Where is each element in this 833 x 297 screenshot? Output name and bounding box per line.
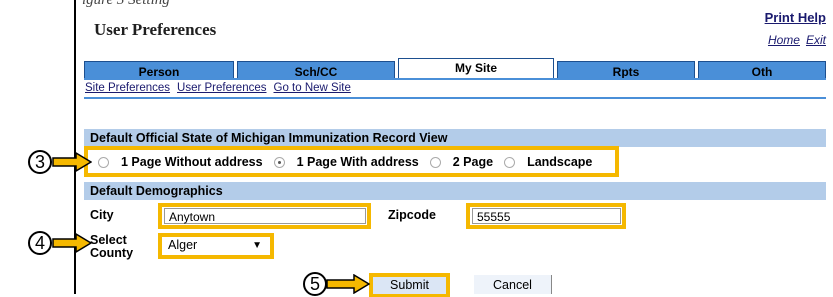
submit-button[interactable]: Submit [373,277,446,294]
home-exit-links: Home Exit [762,33,826,47]
page-title: User Preferences [94,20,217,39]
print-help-link-wrap: Print Help [765,10,826,25]
tab-oth[interactable]: Oth [698,61,826,79]
tab-rpts[interactable]: Rpts [557,61,695,79]
zipcode-label: Zipcode [388,208,436,222]
county-label-line-2: County [90,246,134,260]
radio-icon[interactable] [504,156,516,168]
user-preferences-link[interactable]: User Preferences [177,82,266,94]
radio-option-landscape[interactable]: Landscape [504,155,592,169]
arrow-right-icon [52,233,92,253]
record-view-radio-group: 1 Page Without address 1 Page With addre… [98,155,603,169]
county-label: Select County [90,234,133,260]
exit-link[interactable]: Exit [806,33,826,47]
tab-underline [84,78,826,80]
cancel-button[interactable]: Cancel [474,275,552,294]
radio-icon[interactable] [98,156,109,168]
home-link[interactable]: Home [768,33,800,47]
record-view-header: Default Official State of Michigan Immun… [84,129,826,147]
zipcode-input[interactable]: 55555 [472,208,621,224]
tab-person[interactable]: Person [84,61,234,79]
print-help-link[interactable]: Print Help [765,10,826,25]
radio-option-with-address[interactable]: 1 Page With address [273,155,419,169]
site-preferences-link[interactable]: Site Preferences [85,82,170,94]
callout-number-3: 3 [28,150,52,174]
callout-number-4: 4 [28,231,52,255]
radio-label: 2 Page [452,155,494,169]
radio-icon[interactable] [429,156,441,168]
go-to-new-site-link[interactable]: Go to New Site [274,82,351,94]
radio-label: Landscape [527,155,593,169]
callout-number-5: 5 [303,272,327,296]
tab-sch-cc[interactable]: Sch/CC [237,61,395,79]
figure-caption: igure 3 Setting [82,0,170,8]
tab-bar: Person Sch/CC My Site Rpts Oth [84,58,826,79]
city-input[interactable]: Anytown [164,208,366,224]
city-label: City [90,208,114,222]
county-select[interactable]: Alger ▼ [168,238,268,252]
county-select-value: Alger [168,238,198,252]
arrow-right-icon [52,152,92,172]
chevron-down-icon: ▼ [252,239,262,251]
radio-checked-icon[interactable] [273,156,285,168]
radio-option-without-address[interactable]: 1 Page Without address [98,155,263,169]
tab-my-site[interactable]: My Site [398,58,554,79]
radio-label: 1 Page Without address [121,155,263,169]
radio-label: 1 Page With address [296,155,419,169]
demographics-header: Default Demographics [84,182,826,200]
radio-option-2-page[interactable]: 2 Page [429,155,494,169]
subnav-divider [84,97,826,99]
subnav: Site Preferences User Preferences Go to Ne… [85,82,358,94]
arrow-right-icon [326,274,370,294]
